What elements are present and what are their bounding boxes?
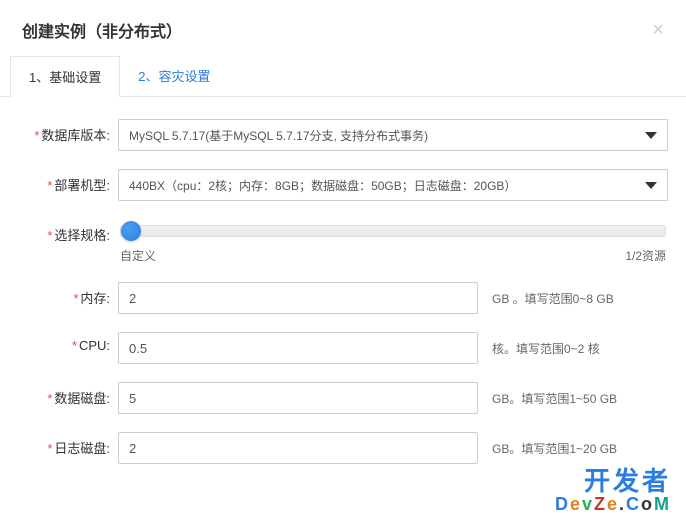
chevron-down-icon <box>645 132 657 139</box>
label-memory: *内存: <box>18 282 118 307</box>
spec-slider-labels: 自定义 1/2资源 <box>118 247 668 264</box>
tab-basic-settings[interactable]: 1、基础设置 <box>10 56 120 97</box>
hint-logdisk: GB。填写范围1~20 GB <box>492 440 617 457</box>
spec-slider-right-label: 1/2资源 <box>625 247 666 264</box>
row-db-version: *数据库版本: MySQL 5.7.17(基于MySQL 5.7.17分支, 支… <box>18 119 668 151</box>
input-datadisk[interactable] <box>118 382 478 414</box>
form-area: *数据库版本: MySQL 5.7.17(基于MySQL 5.7.17分支, 支… <box>0 97 686 492</box>
label-logdisk: *日志磁盘: <box>18 432 118 457</box>
row-datadisk: *数据磁盘: GB。填写范围1~50 GB <box>18 382 668 414</box>
tab-disaster-recovery[interactable]: 2、容灾设置 <box>120 56 228 96</box>
dialog-header: 创建实例（非分布式） × <box>0 0 686 56</box>
label-spec: *选择规格: <box>18 219 118 244</box>
close-icon[interactable]: × <box>652 20 664 40</box>
hint-cpu: 核。填写范围0~2 核 <box>492 340 600 357</box>
tabs: 1、基础设置 2、容灾设置 <box>0 56 686 97</box>
input-memory[interactable] <box>118 282 478 314</box>
label-cpu: *CPU: <box>18 332 118 353</box>
select-machine-text: 440BX（cpu：2核；内存：8GB；数据磁盘：50GB；日志磁盘：20GB） <box>129 177 516 194</box>
hint-memory: GB 。填写范围0~8 GB <box>492 290 614 307</box>
label-db-version: *数据库版本: <box>18 119 118 144</box>
spec-slider-left-label: 自定义 <box>120 247 156 264</box>
spec-slider[interactable] <box>120 225 666 237</box>
row-logdisk: *日志磁盘: GB。填写范围1~20 GB <box>18 432 668 464</box>
dialog-title: 创建实例（非分布式） <box>22 18 182 42</box>
label-machine: *部署机型: <box>18 169 118 194</box>
row-cpu: *CPU: 核。填写范围0~2 核 <box>18 332 668 364</box>
input-cpu[interactable] <box>118 332 478 364</box>
row-machine: *部署机型: 440BX（cpu：2核；内存：8GB；数据磁盘：50GB；日志磁… <box>18 169 668 201</box>
input-logdisk[interactable] <box>118 432 478 464</box>
select-db-version-text: MySQL 5.7.17(基于MySQL 5.7.17分支, 支持分布式事务) <box>129 127 428 144</box>
row-memory: *内存: GB 。填写范围0~8 GB <box>18 282 668 314</box>
select-db-version[interactable]: MySQL 5.7.17(基于MySQL 5.7.17分支, 支持分布式事务) <box>118 119 668 151</box>
label-datadisk: *数据磁盘: <box>18 382 118 407</box>
hint-datadisk: GB。填写范围1~50 GB <box>492 390 617 407</box>
chevron-down-icon <box>645 182 657 189</box>
row-spec: *选择规格: 自定义 1/2资源 <box>18 219 668 264</box>
spec-slider-handle[interactable] <box>121 221 141 241</box>
select-machine[interactable]: 440BX（cpu：2核；内存：8GB；数据磁盘：50GB；日志磁盘：20GB） <box>118 169 668 201</box>
